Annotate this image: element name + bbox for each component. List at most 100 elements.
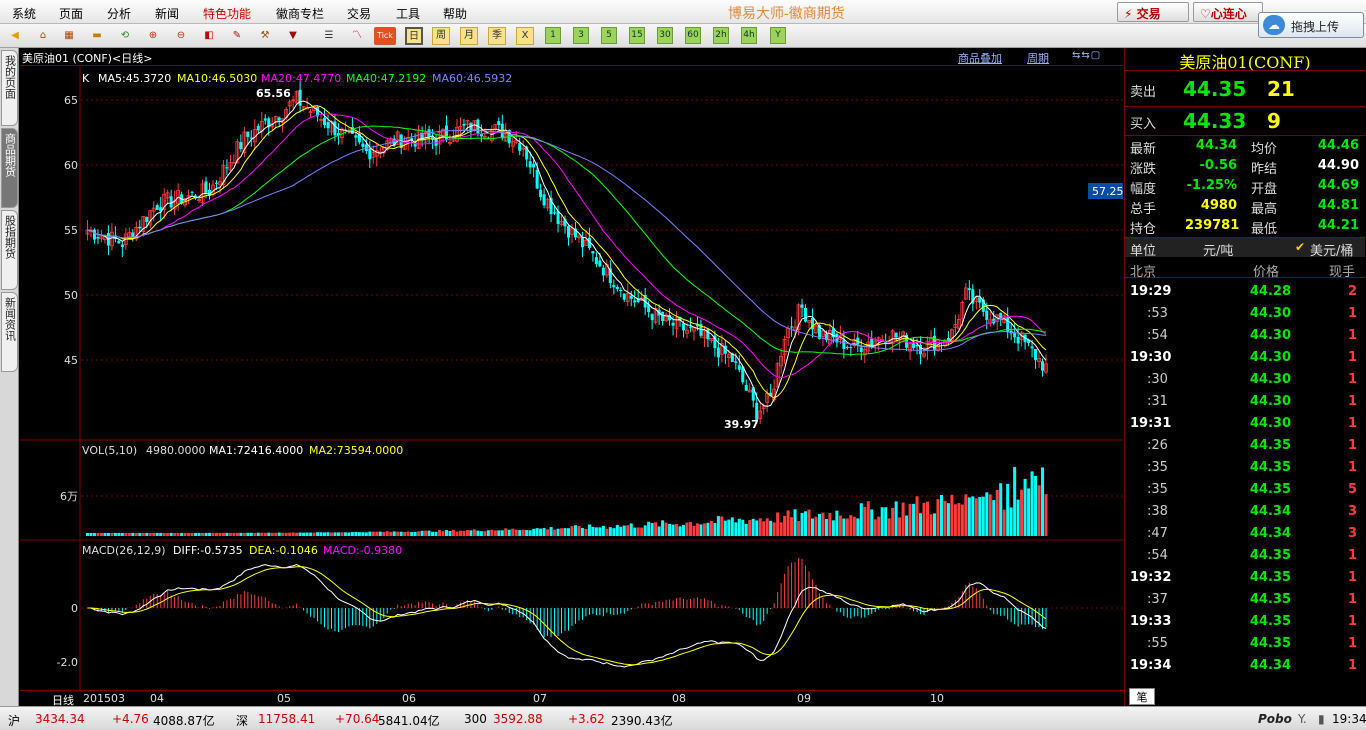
volume-bar — [274, 532, 278, 536]
tab-news[interactable]: 新闻资讯 — [1, 292, 18, 372]
volume-bar — [776, 512, 780, 536]
menu-help[interactable]: 帮助 — [443, 5, 467, 22]
pen-icon[interactable]: ✎ — [228, 27, 246, 45]
menu-trade[interactable]: 交易 — [347, 5, 371, 22]
stat-label-low: 最低 — [1251, 222, 1278, 237]
period-x-button[interactable]: X — [516, 27, 534, 45]
candle — [535, 169, 539, 189]
tick-row: 19:31 44.30 1 — [1125, 413, 1365, 435]
xinlianxin-button[interactable]: ♡心连心 — [1193, 2, 1263, 22]
tick-volume: 1 — [1347, 306, 1357, 321]
volume-bar — [127, 532, 131, 536]
window-nav-icon[interactable]: ⇆⇆▢ — [1072, 50, 1101, 61]
upload-button[interactable]: ☁ 拖拽上传 — [1258, 12, 1364, 38]
period-y-button[interactable]: Y — [770, 27, 786, 44]
sz-amount: 5841.04亿 — [378, 714, 440, 728]
volume-bar — [758, 518, 762, 536]
tick-row: 19:34 44.34 1 — [1125, 655, 1365, 677]
menu-page[interactable]: 页面 — [59, 5, 83, 22]
tools-icon[interactable]: ⚒ — [256, 27, 274, 45]
tick-volume: 5 — [1347, 482, 1357, 497]
unit-value[interactable]: 元/吨 — [1203, 240, 1233, 259]
tick-price: 44.34 — [1249, 526, 1291, 541]
volume-bar — [685, 522, 689, 536]
volume-bar — [371, 531, 375, 536]
zoom-in-icon[interactable]: ⊕ — [144, 27, 162, 45]
candle — [849, 347, 853, 349]
volume-bar — [472, 529, 476, 536]
period-day-button[interactable]: 日 — [405, 27, 423, 45]
annot-high: 65.56 — [256, 87, 291, 100]
volume-bar — [417, 531, 421, 536]
period-quarter-button[interactable]: 季 — [488, 27, 506, 45]
portfolio-icon[interactable]: ▦ — [60, 27, 78, 45]
filter-icon[interactable]: ▼ — [284, 27, 302, 45]
list-icon[interactable]: ☰ — [320, 27, 338, 45]
candle — [601, 267, 605, 276]
period-week-button[interactable]: 周 — [432, 27, 450, 45]
tab-commodity-futures[interactable]: 商品期货 — [1, 128, 18, 208]
menu-system[interactable]: 系统 — [12, 5, 36, 22]
volume-bar — [741, 519, 745, 536]
volume-bar — [898, 517, 902, 536]
period-link[interactable]: 周期 — [1027, 50, 1049, 66]
candle — [580, 236, 584, 248]
period-30m-button[interactable]: 30 — [657, 27, 673, 44]
menu-analysis[interactable]: 分析 — [107, 5, 131, 22]
volume-bar — [668, 523, 672, 536]
back-icon[interactable]: ◀ — [6, 27, 24, 45]
candle — [567, 226, 570, 238]
buy-volume: 9 — [1267, 109, 1281, 133]
period-60m-button[interactable]: 60 — [685, 27, 701, 44]
period-3m-button[interactable]: 3 — [573, 27, 589, 44]
volume-bar — [382, 531, 386, 536]
period-4h-button[interactable]: 4h — [741, 27, 757, 44]
period-month-button[interactable]: 月 — [460, 27, 478, 45]
period-15m-button[interactable]: 15 — [629, 27, 645, 44]
candle — [239, 142, 243, 149]
period-1m-button[interactable]: 1 — [545, 27, 561, 44]
zoom-out-icon[interactable]: ⊖ — [172, 27, 190, 45]
volume-bar — [350, 531, 354, 536]
tab-my-page[interactable]: 我的页面 — [1, 50, 18, 126]
folder-icon[interactable]: ▬ — [88, 27, 106, 45]
volume-bar — [1027, 488, 1031, 536]
candle — [214, 182, 218, 184]
tick-time: :30 — [1147, 372, 1168, 387]
volume-bar — [490, 529, 494, 536]
volume-bar — [605, 528, 609, 536]
volume-bar — [1030, 471, 1034, 536]
refresh-icon[interactable]: ⟲ — [116, 27, 134, 45]
menu-huishang[interactable]: 徽商专栏 — [276, 5, 324, 22]
windows-icon[interactable]: ◧ — [200, 27, 218, 45]
overlay-button[interactable]: 商品叠加 — [958, 50, 1002, 66]
volume-bar — [361, 532, 365, 536]
tick-volume: 1 — [1347, 548, 1357, 563]
tick-button[interactable]: Tick — [374, 27, 396, 45]
cloud-icon: ☁ — [1263, 15, 1285, 35]
upload-label: 拖拽上传 — [1291, 20, 1340, 34]
period-5m-button[interactable]: 5 — [601, 27, 617, 44]
candle — [120, 244, 124, 247]
ticks-header-vol: 现手 — [1329, 265, 1356, 280]
volume-bar — [786, 510, 790, 536]
menu-special[interactable]: 特色功能 — [203, 5, 251, 22]
trade-button[interactable]: ⚡ 交易 — [1117, 2, 1189, 22]
volume-bar — [103, 532, 107, 536]
ma10-label: MA10:46.5030 — [177, 72, 257, 85]
tick-volume: 1 — [1347, 438, 1357, 453]
tab-trades[interactable]: 笔 — [1129, 688, 1155, 705]
price-chart[interactable]: K MA5:45.3720 MA10:46.5030 MA20:47.4770 … — [20, 66, 1123, 690]
volume-bar — [804, 511, 808, 536]
tab-index-futures[interactable]: 股指期货 — [1, 210, 18, 290]
chart-line-icon[interactable]: 〽 — [348, 27, 366, 45]
ma40-label: MA40:47.2192 — [346, 72, 426, 85]
menu-tools[interactable]: 工具 — [396, 5, 420, 22]
volume-bar — [378, 531, 382, 536]
volume-bar — [309, 532, 313, 536]
menu-news[interactable]: 新闻 — [155, 5, 179, 22]
volume-bar — [678, 526, 682, 536]
period-2h-button[interactable]: 2h — [713, 27, 729, 44]
unit-option[interactable]: 美元/桶 — [1310, 240, 1353, 259]
home-icon[interactable]: ⌂ — [34, 27, 52, 45]
